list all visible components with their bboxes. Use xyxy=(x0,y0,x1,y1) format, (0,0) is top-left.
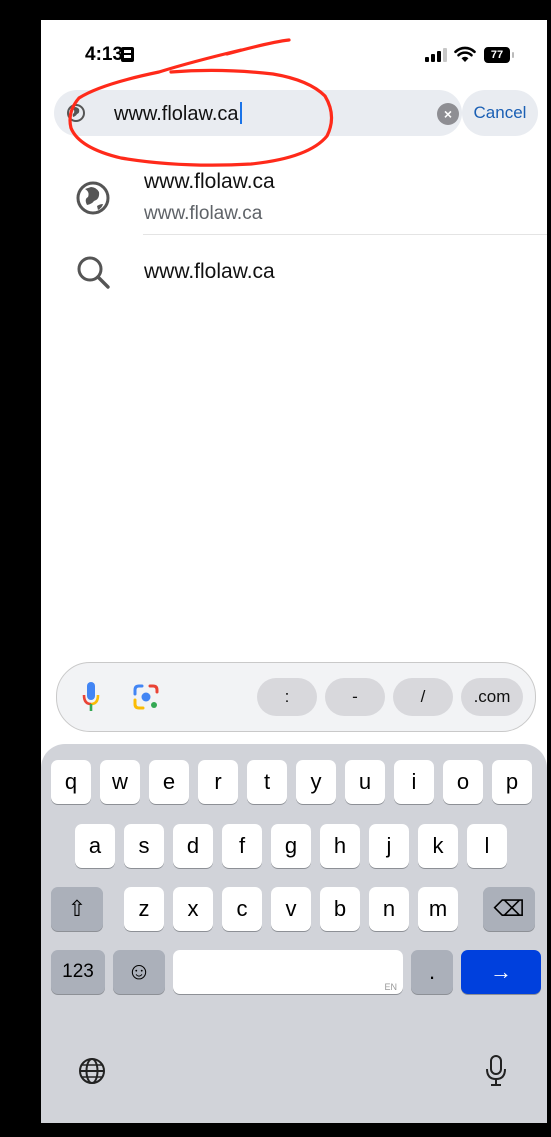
delete-key[interactable]: ⌫ xyxy=(483,887,535,931)
suggestion-title: www.flolaw.ca xyxy=(144,260,275,283)
slash-chip[interactable]: / xyxy=(393,678,453,716)
key-g[interactable]: g xyxy=(271,824,311,868)
voice-search-icon[interactable] xyxy=(81,680,101,714)
site-globe-icon xyxy=(67,104,85,122)
emoji-key[interactable]: ☺ xyxy=(113,950,165,994)
globe-icon xyxy=(76,181,110,215)
cancel-button[interactable]: Cancel xyxy=(462,90,538,136)
key-h[interactable]: h xyxy=(320,824,360,868)
suggestion-item-search[interactable]: www.flolaw.ca xyxy=(41,250,547,296)
wifi-icon xyxy=(454,46,476,62)
lens-icon[interactable] xyxy=(131,682,161,712)
globe-keyboard-icon[interactable] xyxy=(77,1056,107,1086)
key-w[interactable]: w xyxy=(100,760,140,804)
text-cursor xyxy=(239,102,242,124)
key-a[interactable]: a xyxy=(75,824,115,868)
key-f[interactable]: f xyxy=(222,824,262,868)
go-key[interactable]: → xyxy=(461,950,541,994)
address-bar[interactable]: www.flolaw.ca × xyxy=(54,90,462,136)
key-y[interactable]: y xyxy=(296,760,336,804)
key-v[interactable]: v xyxy=(271,887,311,931)
key-j[interactable]: j xyxy=(369,824,409,868)
key-k[interactable]: k xyxy=(418,824,458,868)
key-m[interactable]: m xyxy=(418,887,458,931)
period-key[interactable]: . xyxy=(411,950,453,994)
key-b[interactable]: b xyxy=(320,887,360,931)
key-p[interactable]: p xyxy=(492,760,532,804)
key-s[interactable]: s xyxy=(124,824,164,868)
clear-text-button[interactable]: × xyxy=(437,103,459,125)
numbers-key[interactable]: 123 xyxy=(51,950,105,994)
suggestion-subtitle: www.flolaw.ca xyxy=(144,203,263,224)
emoji-icon: ☺ xyxy=(126,958,152,985)
suggestion-title: www.flolaw.ca xyxy=(144,170,275,193)
key-t[interactable]: t xyxy=(247,760,287,804)
signal-icon xyxy=(425,48,447,62)
status-time: 4:13 xyxy=(85,44,124,65)
dictation-mic-icon[interactable] xyxy=(485,1054,507,1088)
dotcom-chip[interactable]: .com xyxy=(461,678,523,716)
suggestion-item-url[interactable]: www.flolaw.ca www.flolaw.ca xyxy=(41,170,547,234)
keyboard-accessory-bar: : - / .com xyxy=(56,662,536,732)
status-bar: 4:13 77 xyxy=(41,20,547,80)
key-n[interactable]: n xyxy=(369,887,409,931)
key-e[interactable]: e xyxy=(149,760,189,804)
suggestion-divider xyxy=(143,234,547,235)
hyphen-chip[interactable]: - xyxy=(325,678,385,716)
key-q[interactable]: q xyxy=(51,760,91,804)
search-icon xyxy=(77,256,110,289)
battery-icon: 77 xyxy=(484,47,514,63)
url-input[interactable]: www.flolaw.ca xyxy=(114,102,242,126)
key-i[interactable]: i xyxy=(394,760,434,804)
shift-key[interactable]: ⇧ xyxy=(51,887,103,931)
space-key[interactable]: EN xyxy=(173,950,403,994)
key-r[interactable]: r xyxy=(198,760,238,804)
key-c[interactable]: c xyxy=(222,887,262,931)
keyboard: q w e r t y u i o p a s d f g h j k l ⇧ … xyxy=(41,744,547,1123)
key-u[interactable]: u xyxy=(345,760,385,804)
key-o[interactable]: o xyxy=(443,760,483,804)
phone-screen: 4:13 77 www.flolaw.ca × Cancel www.flola… xyxy=(41,20,547,1123)
colon-chip[interactable]: : xyxy=(257,678,317,716)
key-l[interactable]: l xyxy=(467,824,507,868)
language-label: EN xyxy=(384,982,397,992)
id-card-icon xyxy=(121,47,134,62)
key-x[interactable]: x xyxy=(173,887,213,931)
key-z[interactable]: z xyxy=(124,887,164,931)
key-d[interactable]: d xyxy=(173,824,213,868)
